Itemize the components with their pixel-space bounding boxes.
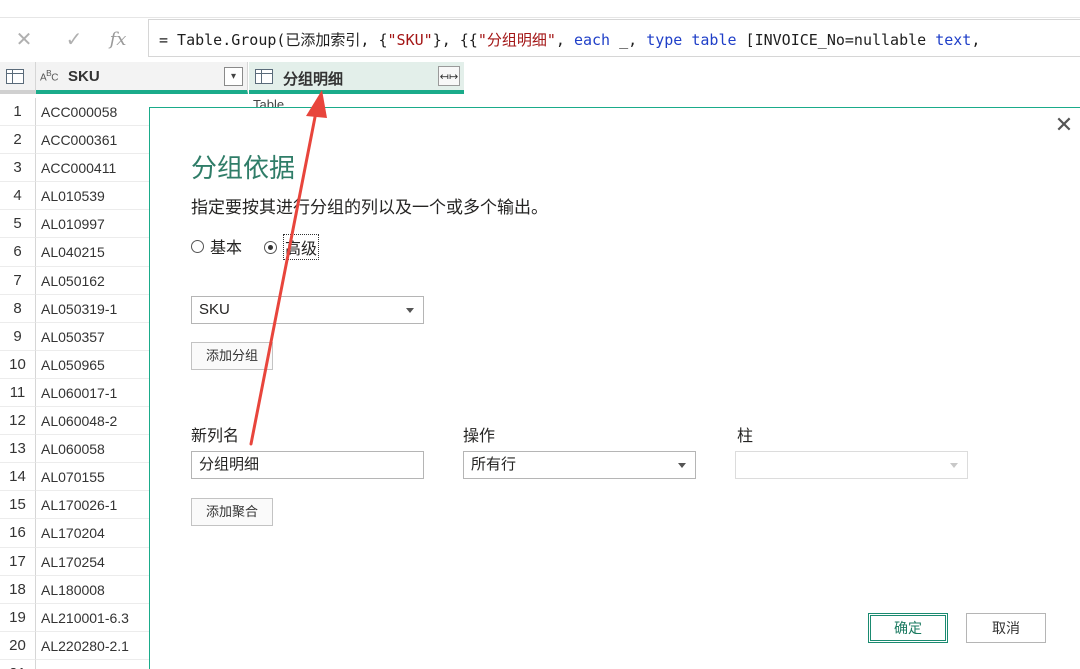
- add-group-button[interactable]: 添加分组: [191, 342, 273, 370]
- radio-label: 高级: [283, 234, 320, 260]
- column-header-label: 分组明细: [283, 71, 344, 88]
- column-header-sku[interactable]: ABC SKU ▾: [36, 62, 248, 94]
- radio-advanced[interactable]: 高级: [264, 234, 320, 260]
- group-by-select[interactable]: SKU: [191, 296, 424, 324]
- row-number: 14: [0, 463, 36, 492]
- radio-button-checked[interactable]: [264, 240, 277, 254]
- operation-select[interactable]: 所有行: [463, 451, 696, 479]
- row-number: 3: [0, 154, 36, 183]
- table-cell[interactable]: AL050162: [36, 267, 150, 295]
- new-column-input[interactable]: 分组明细: [191, 451, 424, 479]
- row-number: 7: [0, 266, 36, 295]
- radio-button[interactable]: [191, 239, 204, 253]
- table-cell[interactable]: AL170026-1: [36, 491, 150, 520]
- table-cell[interactable]: AL180008: [36, 576, 150, 604]
- select-value: 所有行: [471, 456, 517, 473]
- row-number: 6: [0, 238, 36, 267]
- table-cell[interactable]: AL210001-6.3: [36, 604, 150, 632]
- table-cell[interactable]: AL060058: [36, 435, 150, 464]
- table-type-icon: [255, 69, 273, 84]
- table-cell[interactable]: AL050357: [36, 323, 150, 351]
- table-cell[interactable]: ACC000058: [36, 98, 150, 127]
- ok-button[interactable]: 确定: [868, 613, 948, 643]
- formula-bar: ✕ ✓ fx = Table.Group(已添加索引, {"SKU"}, {{"…: [0, 0, 1080, 62]
- abc-type-icon: ABC: [40, 68, 58, 84]
- radio-basic[interactable]: 基本: [191, 234, 242, 258]
- chevron-down-icon: [406, 308, 414, 313]
- table-cell[interactable]: AL050965: [36, 351, 150, 379]
- check-icon[interactable]: ✓: [54, 19, 94, 59]
- chevron-down-icon: [678, 463, 686, 468]
- new-column-label: 新列名: [191, 428, 240, 445]
- table-cell[interactable]: AL050319-1: [36, 295, 150, 323]
- row-number: 15: [0, 491, 36, 520]
- table-cell[interactable]: AL060017-1: [36, 379, 150, 408]
- row-number: 19: [0, 603, 36, 632]
- operation-label: 操作: [463, 428, 496, 445]
- column-header-label: SKU: [68, 68, 100, 85]
- table-cell[interactable]: AL010539: [36, 182, 150, 211]
- row-number: 20: [0, 631, 36, 660]
- dialog-description: 指定要按其进行分组的列以及一个或多个输出。: [191, 198, 548, 217]
- table-cell[interactable]: AL220280-2.1: [36, 632, 150, 660]
- table-cell[interactable]: AL070155: [36, 463, 150, 492]
- table-cell[interactable]: AL010997: [36, 210, 150, 239]
- formula-code: = Table.Group(已添加索引, {"SKU"}, {{"分组明细", …: [159, 31, 981, 49]
- row-number: 9: [0, 322, 36, 351]
- table-cell[interactable]: AL060048-2: [36, 407, 150, 436]
- group-by-dialog: ✕ 分组依据 指定要按其进行分组的列以及一个或多个输出。 基本 高级 SKU 添…: [149, 107, 1080, 669]
- table-cell[interactable]: AL170204: [36, 519, 150, 548]
- radio-label: 基本: [210, 240, 243, 257]
- formula-input[interactable]: = Table.Group(已添加索引, {"SKU"}, {{"分组明细", …: [148, 19, 1080, 57]
- row-number: 2: [0, 126, 36, 155]
- column-header-detail[interactable]: 分组明细 ↤↦: [249, 62, 464, 94]
- chevron-down-icon: [950, 463, 958, 468]
- expand-column-icon[interactable]: ↤↦: [438, 66, 460, 86]
- row-number: 16: [0, 519, 36, 548]
- add-aggregation-button[interactable]: 添加聚合: [191, 498, 273, 526]
- row-number: 1: [0, 98, 36, 127]
- sku-column: ACC000058 ACC000361 ACC000411 AL010539 AL010…: [36, 98, 150, 669]
- table-cell[interactable]: BC101073-001: [36, 660, 150, 669]
- row-number: 13: [0, 435, 36, 464]
- cancel-button[interactable]: 取消: [966, 613, 1046, 643]
- filter-dropdown-icon[interactable]: ▾: [224, 67, 243, 86]
- table-icon: [6, 69, 24, 84]
- row-number: 18: [0, 575, 36, 604]
- row-number: 8: [0, 294, 36, 323]
- row-number: 12: [0, 407, 36, 436]
- column-select[interactable]: [735, 451, 968, 479]
- row-number: 10: [0, 350, 36, 379]
- fx-icon[interactable]: fx: [98, 19, 138, 59]
- table-cell[interactable]: AL040215: [36, 238, 150, 267]
- row-number: 21: [0, 659, 36, 669]
- close-icon[interactable]: ✕: [4, 19, 44, 59]
- formula-buttons: ✕ ✓ fx: [0, 19, 143, 61]
- row-number: 5: [0, 210, 36, 239]
- row-number: 17: [0, 547, 36, 576]
- select-value: SKU: [199, 301, 230, 318]
- row-number: 4: [0, 182, 36, 211]
- ribbon-edge: [0, 0, 1080, 18]
- table-cell[interactable]: ACC000411: [36, 154, 150, 183]
- dialog-title: 分组依据: [191, 153, 296, 183]
- table-cell[interactable]: ACC000361: [36, 126, 150, 155]
- table-cell[interactable]: AL170254: [36, 548, 150, 576]
- close-icon[interactable]: ✕: [1052, 114, 1076, 138]
- row-number: 11: [0, 378, 36, 408]
- row-numbers: 123456789101112131415161718192021: [0, 98, 36, 669]
- column-label: 柱: [737, 428, 754, 445]
- table-menu-button[interactable]: [0, 62, 36, 94]
